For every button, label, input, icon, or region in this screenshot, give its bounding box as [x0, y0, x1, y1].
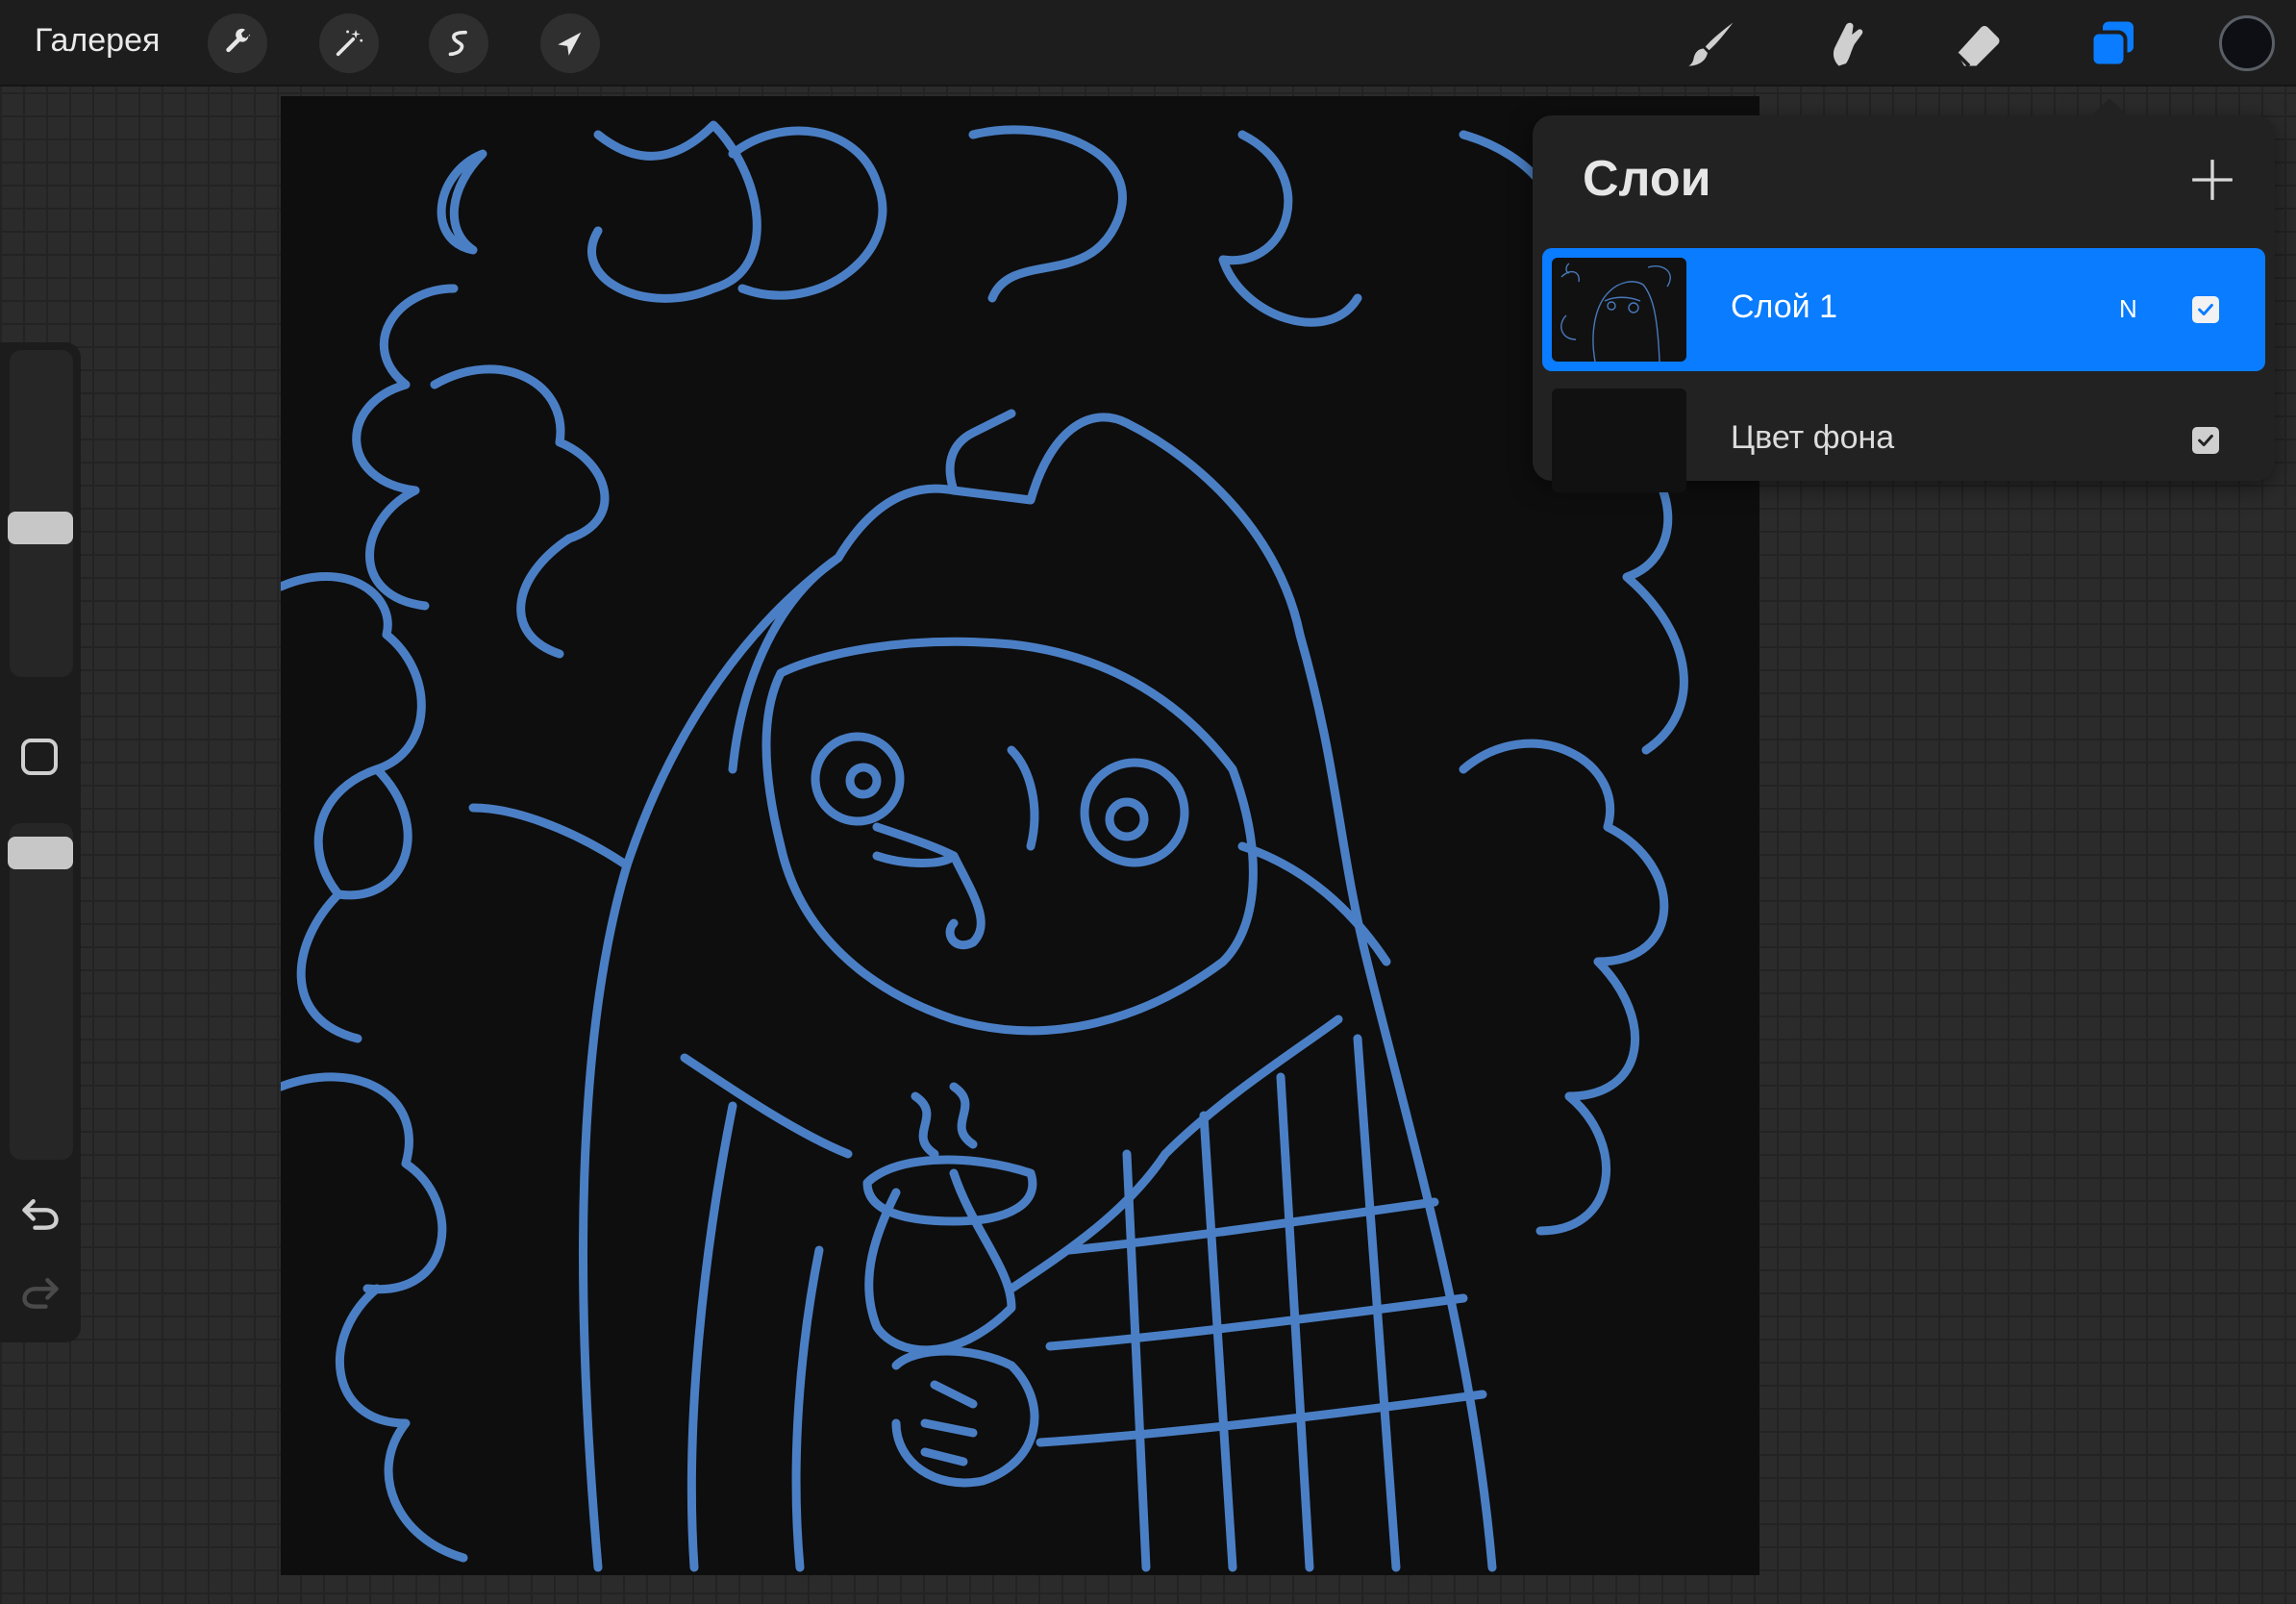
color-picker-button[interactable]	[2219, 15, 2275, 71]
opacity-thumb[interactable]	[8, 837, 73, 869]
layer-row-background-color[interactable]: Цвет фона	[1542, 379, 2265, 502]
layer-name: Слой 1	[1731, 288, 1838, 325]
layers-panel: Слои Слой 1 N Цвет фона	[1533, 98, 2275, 492]
selection-icon[interactable]	[429, 13, 488, 73]
checkmark-icon	[2198, 303, 2213, 316]
layer-visibility-checkbox[interactable]	[2192, 296, 2219, 323]
wrench-icon[interactable]	[208, 13, 267, 73]
brush-size-thumb[interactable]	[8, 512, 73, 544]
background-color-swatch	[1552, 388, 1686, 492]
layers-icon[interactable]	[2083, 13, 2144, 75]
layers-title: Слои	[1583, 151, 1711, 207]
checkmark-icon	[2198, 434, 2213, 447]
brush-icon[interactable]	[1681, 13, 1742, 75]
add-layer-icon[interactable]	[2188, 156, 2236, 204]
blend-mode-button[interactable]: N	[2119, 294, 2137, 324]
layer-row-layer1[interactable]: Слой 1 N	[1542, 248, 2265, 371]
smudge-icon[interactable]	[1815, 13, 1877, 75]
magic-wand-icon[interactable]	[319, 13, 379, 73]
layer-visibility-checkbox[interactable]	[2192, 427, 2219, 454]
top-toolbar: Галерея	[0, 0, 2296, 87]
left-sidebar	[0, 342, 81, 1342]
undo-icon[interactable]	[19, 1192, 62, 1235]
layer-name: Цвет фона	[1731, 419, 1895, 456]
eraser-icon[interactable]	[1948, 13, 2009, 75]
opacity-slider[interactable]	[10, 823, 73, 1160]
gallery-button[interactable]: Галерея	[35, 19, 160, 62]
arrow-cursor-icon[interactable]	[540, 13, 600, 73]
layer-thumbnail	[1552, 258, 1686, 362]
redo-icon[interactable]	[19, 1271, 62, 1314]
modify-button[interactable]	[21, 739, 58, 775]
